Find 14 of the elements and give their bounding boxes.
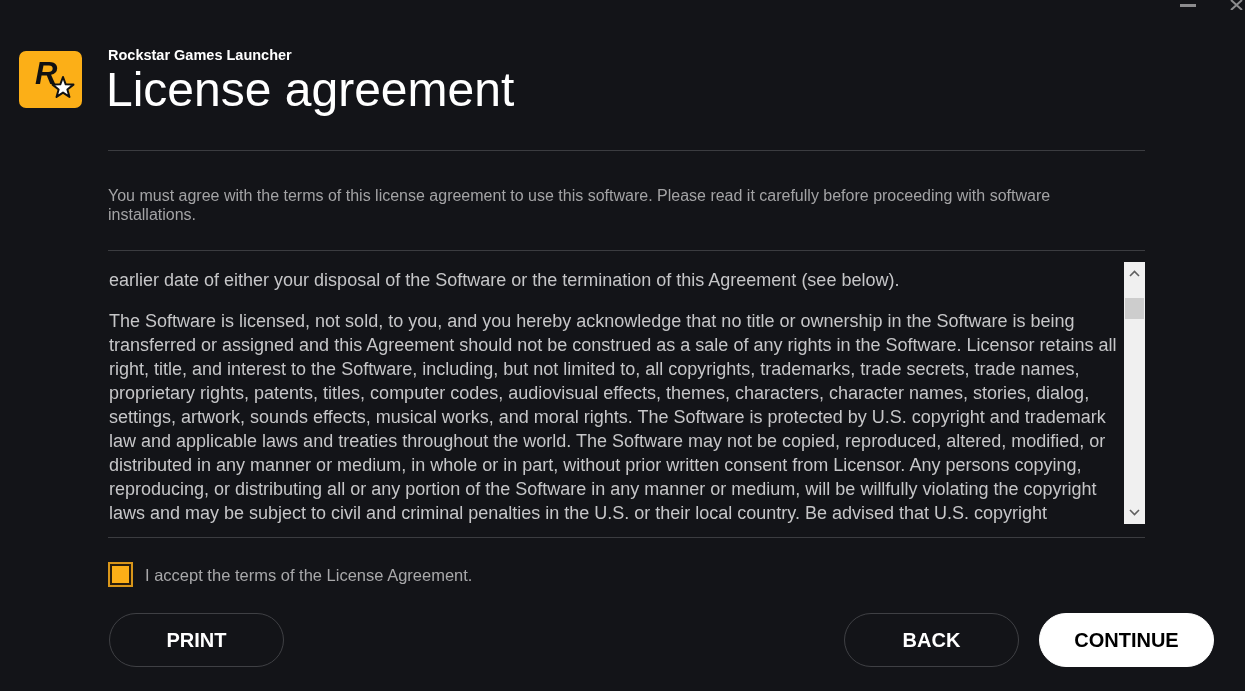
page-title: License agreement	[106, 63, 515, 117]
scroll-down-icon[interactable]	[1129, 509, 1140, 516]
app-name: Rockstar Games Launcher	[108, 47, 292, 63]
scrollbar[interactable]	[1124, 262, 1145, 524]
license-paragraph: earlier date of either your disposal of the Software or the termination of this Agreement (see below).	[109, 269, 901, 292]
app-logo: R	[19, 51, 82, 108]
accept-checkbox[interactable]	[108, 562, 133, 587]
scroll-up-icon[interactable]	[1129, 270, 1140, 277]
scrollbar-thumb[interactable]	[1125, 298, 1144, 319]
continue-button[interactable]: CONTINUE	[1039, 613, 1214, 667]
accept-label[interactable]: I accept the terms of the License Agreement.	[145, 564, 473, 585]
license-paragraph: The Software is licensed, not sold, to you, and you hereby acknowledge that no title or ownership in the Software is being transferred or assigned and this Agreement should not be construed as a sale of any rights in the Software. Licensor retains all right, title, and interest to the Software, including, but not limited to, all copyrights, trademarks, trade secrets, trade names, proprietary rights, patents, titles, computer codes, audiovisual effects, themes, characters, character names, stories, dialog, settings, artwork, sounds effects, musical works, and moral rights. The Software is protected by U.S. copyright and trademark law and applicable laws and treaties throughout the world. The Software may not be copied, reproduced, altered, modified, or distributed in any manner or medium, in whole or in part, without prior written consent from Licensor. Any persons copying, reproducing, or distributing all or any portion of the Software in any manner or medium, will be willfully violating the copyright laws and may be subject to civil and criminal penalties in the U.S. or their local country. Be advised that U.S. copyright	[109, 310, 1118, 525]
close-icon[interactable]	[1230, 0, 1243, 10]
intro-text: You must agree with the terms of this license agreement to use this software. Please read it carefully before proceeding with software installations.	[108, 186, 1052, 224]
